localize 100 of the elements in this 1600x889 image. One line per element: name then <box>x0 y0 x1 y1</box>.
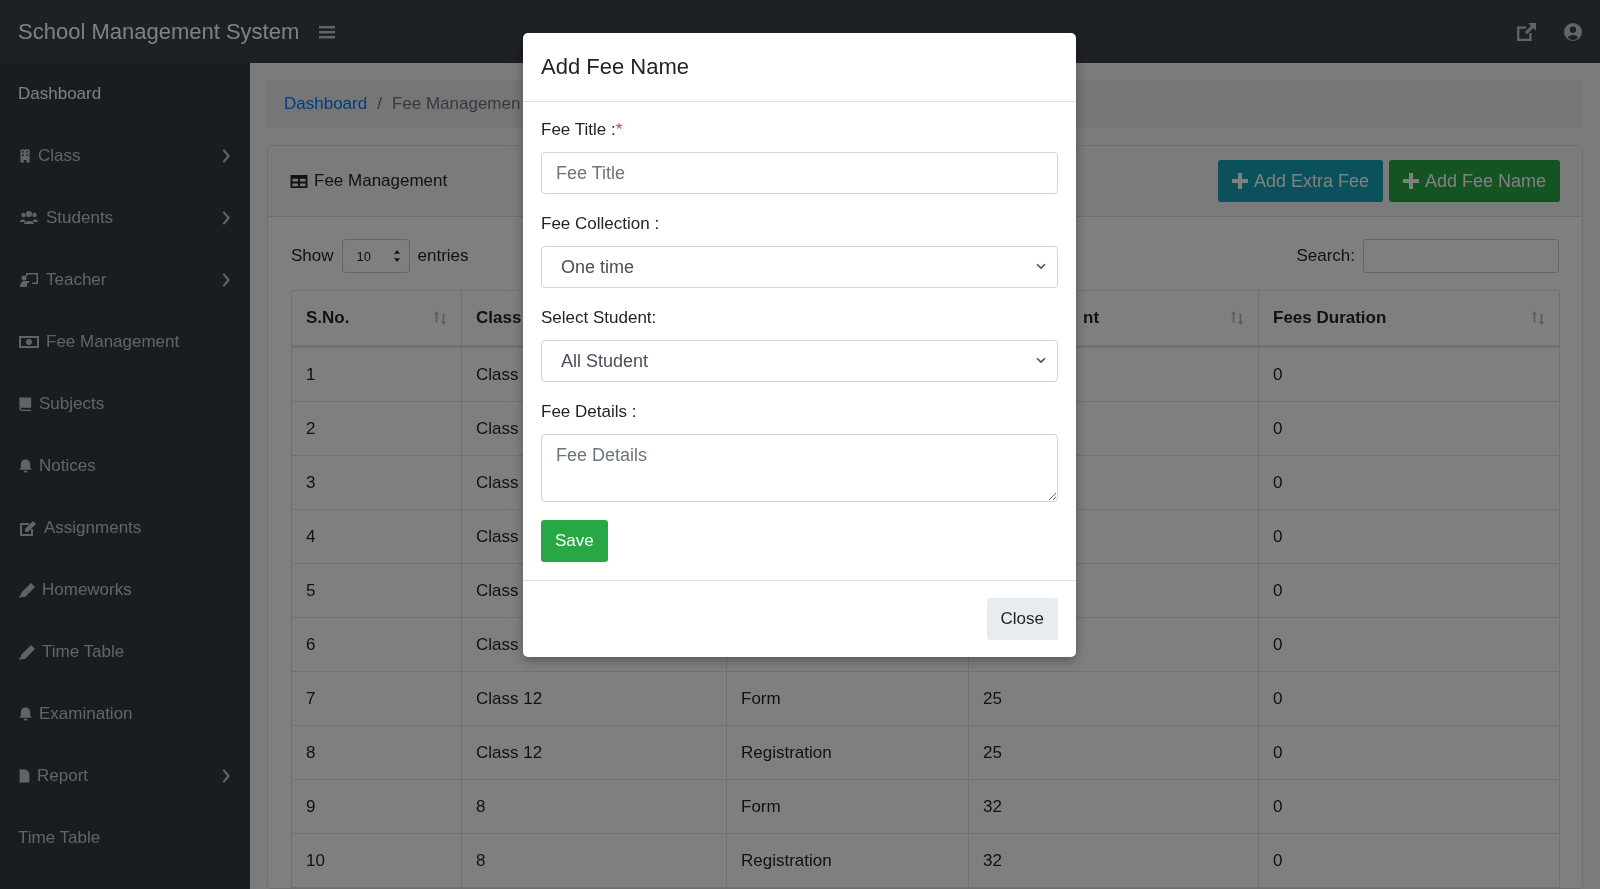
sidebar-item[interactable]: Report <box>0 745 250 807</box>
sort-icon <box>433 311 447 325</box>
user-circle-icon <box>1564 22 1582 41</box>
table-cell: Class 12 <box>476 688 543 708</box>
table-cell: 7 <box>306 688 316 708</box>
field-label: Select Student: <box>541 308 657 327</box>
users-icon <box>18 210 40 226</box>
show-label: Show <box>291 246 334 266</box>
table-cell: 10 <box>306 850 325 870</box>
edit-icon <box>18 520 38 536</box>
app-title: School Management System <box>18 18 300 45</box>
sidebar-item[interactable]: Assignments <box>0 497 250 559</box>
sidebar-item[interactable]: Fee Management <box>0 311 250 373</box>
table-cell: Class <box>476 634 519 654</box>
table-cell: 0 <box>1273 796 1283 816</box>
sidebar-item[interactable]: Class <box>0 125 250 187</box>
add-fee-name-button[interactable]: Add Fee Name <box>1388 160 1560 202</box>
save-button[interactable]: Save <box>541 520 608 562</box>
plus-icon <box>1402 173 1419 189</box>
table-cell: 32 <box>983 796 1002 816</box>
sort-icon <box>1531 311 1545 325</box>
breadcrumb-separator: / <box>377 94 382 114</box>
column-header[interactable]: Fees Duration <box>1273 308 1387 328</box>
chevron-right-icon <box>220 211 230 225</box>
bell-icon <box>18 706 33 722</box>
table-cell: 0 <box>1273 742 1283 762</box>
book-icon <box>18 396 33 412</box>
entries-label: entries <box>417 246 469 266</box>
select-field[interactable]: One time <box>541 246 1058 288</box>
table-cell: Class <box>476 580 519 600</box>
table-cell: 0 <box>1273 850 1283 870</box>
table-cell: 25 <box>983 688 1002 708</box>
sidebar-item[interactable]: Teacher <box>0 249 250 311</box>
table-cell: Class <box>476 526 519 546</box>
pencil-icon <box>18 644 36 660</box>
table-cell: 25 <box>983 742 1002 762</box>
field-label: Fee Details : <box>541 402 637 421</box>
building-icon <box>18 148 32 164</box>
required-mark: * <box>615 120 623 139</box>
table-cell: 8 <box>476 796 486 816</box>
field-label: Fee Title : <box>541 120 616 139</box>
card-title: Fee Management <box>314 171 448 191</box>
sidebar-item[interactable]: Dashboard <box>0 63 250 125</box>
table-cell: 0 <box>1273 580 1283 600</box>
table-cell: 6 <box>306 634 316 654</box>
breadcrumb-link[interactable]: Dashboard <box>284 94 368 114</box>
bell-icon <box>18 458 33 474</box>
breadcrumb-current: Fee Managemen <box>391 94 521 114</box>
modal-title: Add Fee Name <box>541 54 689 80</box>
close-button[interactable]: Close <box>986 598 1058 640</box>
table-cell: 1 <box>306 364 316 384</box>
column-header[interactable]: nt <box>1083 308 1100 328</box>
column-header[interactable]: Class <box>476 308 522 328</box>
search-field[interactable] <box>1363 239 1559 273</box>
column-header[interactable]: S.No. <box>306 308 350 328</box>
chevron-right-icon <box>220 149 230 163</box>
chevron-right-icon <box>220 273 230 287</box>
field-label: Fee Collection : <box>541 214 660 233</box>
table-cell: 8 <box>306 742 316 762</box>
table-cell: Class 12 <box>476 742 543 762</box>
table-cell: 4 <box>306 526 316 546</box>
table-cell: Registration <box>741 742 832 762</box>
page-size-select[interactable]: 10 <box>341 239 410 273</box>
pencil-icon <box>18 582 36 598</box>
table-cell: 8 <box>476 850 486 870</box>
money-bill-icon <box>18 334 40 350</box>
table-cell: 0 <box>1273 472 1283 492</box>
sidebar-item[interactable]: Notices <box>0 435 250 497</box>
sidebar-item[interactable]: Subjects <box>0 373 250 435</box>
table-cell: Form <box>741 796 781 816</box>
table-cell: 0 <box>1273 634 1283 654</box>
table-cell: 3 <box>306 472 316 492</box>
table-cell: Registration <box>741 850 832 870</box>
table-cell: Form <box>741 688 781 708</box>
sort-icon <box>1230 311 1244 325</box>
sidebar-item[interactable]: Examination <box>0 683 250 745</box>
chevron-right-icon <box>220 769 230 783</box>
table-icon <box>290 173 308 189</box>
table-cell: Class <box>476 418 519 438</box>
table-cell: 5 <box>306 580 316 600</box>
sidebar-item[interactable]: Time Table <box>0 807 250 869</box>
sort-arrows-icon <box>392 250 401 262</box>
table-cell: 0 <box>1273 688 1283 708</box>
search-label: Search: <box>1296 246 1355 266</box>
table-cell: 0 <box>1273 418 1283 438</box>
file-icon <box>18 768 31 784</box>
add-extra-fee-button[interactable]: Add Extra Fee <box>1217 160 1383 202</box>
fee-title-field[interactable]: Fee Title <box>541 152 1058 194</box>
chalkboard-teacher-icon <box>18 272 40 288</box>
plus-icon <box>1231 173 1248 189</box>
table-cell: 0 <box>1273 526 1283 546</box>
table-cell: 2 <box>306 418 316 438</box>
table-cell: Class <box>476 364 519 384</box>
external-link-icon <box>1516 22 1536 41</box>
sidebar-item[interactable]: Students <box>0 187 250 249</box>
table-cell: 0 <box>1273 364 1283 384</box>
fee-details-field[interactable]: Fee Details <box>541 434 1058 502</box>
sidebar-item[interactable]: Homeworks <box>0 559 250 621</box>
sidebar-item[interactable]: Time Table <box>0 621 250 683</box>
select-field[interactable]: All Student <box>541 340 1058 382</box>
